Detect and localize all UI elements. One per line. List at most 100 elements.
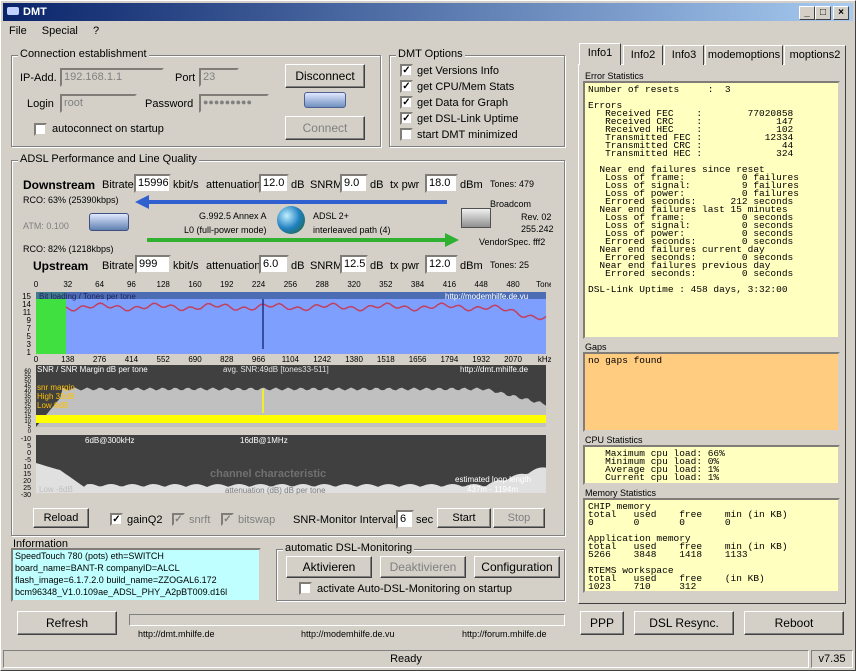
link-uptime-label: get DSL-Link Uptime (417, 113, 519, 125)
snr-y-tick-label: 0 (28, 429, 32, 435)
reboot-button[interactable]: Reboot (744, 611, 844, 635)
information-panel: SpeedTouch 780 (pots) eth=SWITCH board_n… (11, 548, 261, 602)
cpu-mem-checkbox[interactable]: ✓ (400, 80, 413, 93)
snr-interval-field[interactable]: 6 (396, 510, 414, 529)
tone-tick-label: 32 (63, 280, 72, 289)
snr-monitor-label: SNR-Monitor Interval: (293, 514, 399, 526)
app-icon (7, 7, 19, 15)
ip-label: IP-Add. (20, 72, 57, 84)
us-kbits-label: kbit/s (173, 260, 199, 272)
tone-tick-label: 224 (252, 280, 266, 289)
us-att-label: attenuation (206, 260, 261, 272)
vendor-spec: VendorSpec. fff2 (479, 237, 546, 247)
us-bitrate-field[interactable]: 999 (135, 255, 171, 274)
gaps-panel: no gaps found (583, 352, 840, 432)
deactivate-button[interactable]: Deaktivieren (380, 556, 466, 578)
snr-url: http://dmt.mhilfe.de (460, 365, 529, 374)
memory-panel: CHIP memory total used free min (in KB) … (583, 498, 840, 593)
us-tones: Tones: 25 (490, 260, 530, 270)
bitswap-checkbox[interactable]: ✓ (221, 513, 234, 526)
dmt-options-title: DMT Options (396, 48, 465, 60)
versions-info-checkbox[interactable]: ✓ (400, 64, 413, 77)
tab-modemoptions[interactable]: modemoptions (705, 45, 783, 65)
configuration-button[interactable]: Configuration (474, 556, 560, 578)
khz-tick-label: 966 (252, 355, 266, 364)
channel-est-label: estimated loop length (455, 475, 531, 484)
disconnect-button[interactable]: Disconnect (285, 64, 365, 88)
graph-data-label: get Data for Graph (417, 97, 509, 109)
us-att-field[interactable]: 6.0 (259, 255, 289, 274)
connect-button[interactable]: Connect (285, 116, 365, 140)
tab-moptions2[interactable]: moptions2 (784, 45, 846, 65)
khz-tick-label: 1794 (441, 355, 459, 364)
upstream-label: Upstream (33, 259, 89, 273)
ds-bitrate-label: Bitrate (102, 179, 134, 191)
cpu-mem-label: get CPU/Mem Stats (417, 81, 515, 93)
minimize-button[interactable]: _ (799, 6, 815, 20)
snrft-checkbox[interactable]: ✓ (172, 513, 185, 526)
bits-url: http://modemhilfe.de.vu (445, 292, 528, 301)
snr-low-label: Low 6dB (37, 401, 68, 410)
tone-tick-label: 256 (284, 280, 298, 289)
close-button[interactable]: × (833, 6, 849, 20)
tone-tick-label: 160 (188, 280, 202, 289)
snr-high-label: High 33dB (37, 392, 74, 401)
ds-txpwr-field[interactable]: 18.0 (425, 174, 458, 193)
port-field[interactable]: 23 (199, 68, 239, 87)
mode-annex: G.992.5 Annex A (199, 211, 267, 221)
tone-tick-label: 416 (443, 280, 457, 289)
graphs-area: 0 32 64 96 128 160 192 224 256 288 320 352 384 416 448… (21, 280, 551, 499)
status-ready: Ready (3, 650, 809, 668)
khz-tick-label: 1518 (377, 355, 395, 364)
reload-button[interactable]: Reload (33, 508, 89, 528)
auto-startup-label: activate Auto-DSL-Monitoring on startup (317, 583, 513, 595)
refresh-button[interactable]: Refresh (17, 611, 117, 635)
login-label: Login (27, 98, 54, 110)
channel-y-tick-label: 10 (23, 464, 31, 471)
menu-help[interactable]: ? (87, 22, 105, 40)
error-stats-panel: Number of resets : 3 Errors Received FEC… (583, 81, 840, 339)
link-uptime-checkbox[interactable]: ✓ (400, 112, 413, 125)
menu-special[interactable]: Special (36, 22, 84, 40)
bits-upstream-region (36, 292, 66, 354)
menu-file[interactable]: File (3, 22, 33, 40)
auto-startup-checkbox[interactable] (299, 582, 312, 595)
tab-info3[interactable]: Info3 (664, 45, 704, 65)
start-minimized-checkbox[interactable] (400, 128, 413, 141)
connection-group-title: Connection establishment (18, 48, 149, 60)
dsl-resync-button[interactable]: DSL Resync. (634, 611, 734, 635)
ds-snrm-field[interactable]: 9.0 (340, 174, 368, 193)
ip-field[interactable]: 192.168.1.1 (60, 68, 164, 87)
gainq2-checkbox[interactable]: ✓ (110, 513, 123, 526)
ds-att-field[interactable]: 12.0 (259, 174, 289, 193)
ds-snrm-db-label: dB (370, 179, 384, 191)
vendor-name: Broadcom (490, 199, 532, 209)
channel-y-tick-label: -30 (21, 492, 31, 499)
rco-up: RCO: 82% (1218kbps) (23, 244, 114, 254)
activate-button[interactable]: Aktivieren (286, 556, 372, 578)
channel-title: channel characteristic (210, 468, 326, 480)
password-field[interactable]: ●●●●●●●●● (199, 94, 269, 113)
khz-tick-label: 1656 (409, 355, 427, 364)
us-dbm-label: dBm (460, 260, 483, 272)
start-button[interactable]: Start (437, 508, 491, 528)
maximize-button[interactable]: □ (815, 6, 831, 20)
link-forum[interactable]: http://forum.mhilfe.de (462, 629, 547, 639)
ppp-button[interactable]: PPP (580, 611, 624, 635)
tone-tick-label: 192 (220, 280, 234, 289)
stop-button[interactable]: Stop (493, 508, 545, 528)
tab-info1[interactable]: Info1 (579, 43, 621, 65)
tab-info2[interactable]: Info2 (623, 45, 663, 65)
autoconnect-checkbox[interactable] (34, 123, 47, 136)
title-bar: DMT _ □ × (3, 3, 853, 21)
ds-bitrate-field[interactable]: 15996 (134, 174, 171, 193)
link-modemhilfe[interactable]: http://modemhilfe.de.vu (301, 629, 395, 639)
upstream-arrowhead (445, 233, 459, 247)
snr-margin-label: snr margin (37, 383, 75, 392)
login-field[interactable]: root (60, 94, 137, 113)
channel-y-tick-label: 5 (27, 443, 31, 450)
graph-data-checkbox[interactable]: ✓ (400, 96, 413, 109)
link-dmt[interactable]: http://dmt.mhilfe.de (138, 629, 215, 639)
us-snrm-field[interactable]: 12.5 (340, 255, 368, 274)
us-txpwr-field[interactable]: 12.0 (425, 255, 458, 274)
